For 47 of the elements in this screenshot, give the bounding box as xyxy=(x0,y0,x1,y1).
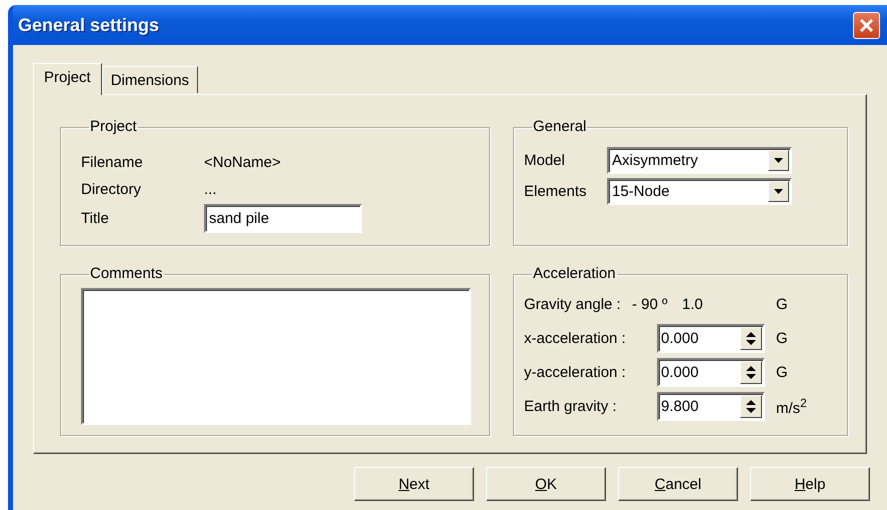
dialog-button[interactable]: Next xyxy=(354,467,474,501)
number-field[interactable]: 0.000 xyxy=(657,324,765,353)
window-title: General settings xyxy=(18,14,160,36)
tab[interactable]: Dimensions xyxy=(102,66,198,93)
number-field[interactable]: 0.000 xyxy=(657,358,765,387)
dropdown-button[interactable] xyxy=(768,150,789,171)
dropdown-arrow-icon xyxy=(774,158,783,163)
up-down-arrows-icon xyxy=(746,400,756,413)
close-icon xyxy=(859,18,874,32)
dropdown-arrow-icon xyxy=(774,189,783,194)
field-label: Gravity angle : xyxy=(524,296,621,313)
dropdown-field[interactable]: 15-Node xyxy=(607,178,792,205)
field-value: ... xyxy=(204,181,218,198)
gravity-value: 1.0 xyxy=(682,296,703,313)
dialog-button[interactable]: OK xyxy=(486,467,606,501)
field-value: <NoName> xyxy=(204,154,282,171)
up-down-arrows-icon xyxy=(746,332,756,345)
unit-label: G xyxy=(776,364,789,381)
title-field[interactable]: sand pile xyxy=(204,204,362,233)
unit-label: G xyxy=(776,296,788,313)
field-label: Directory xyxy=(81,181,142,198)
dropdown-field[interactable]: Axisymmetry xyxy=(607,147,792,174)
dropdown-button[interactable] xyxy=(768,181,789,202)
unit-label: G xyxy=(776,330,789,347)
number-field[interactable]: 9.800 xyxy=(657,392,765,421)
group-title: General xyxy=(532,119,588,135)
field-label: x-acceleration : xyxy=(524,330,627,347)
group-title: Acceleration xyxy=(532,266,617,282)
angle-value: - 90 º xyxy=(632,296,668,313)
group-title: Project xyxy=(89,119,138,135)
dialog-button[interactable]: Help xyxy=(750,467,870,501)
group-title: Comments xyxy=(89,266,164,282)
field-label: y-acceleration : xyxy=(524,364,627,381)
field-label: Title xyxy=(81,210,110,227)
unit-label: m/s$^{2}$ xyxy=(776,396,808,417)
tab[interactable]: Project xyxy=(33,63,102,95)
spin-button[interactable] xyxy=(740,327,762,350)
spin-button[interactable] xyxy=(740,361,762,384)
close-button[interactable] xyxy=(853,12,880,38)
field-label: Elements xyxy=(524,183,588,200)
dialog-button[interactable]: Cancel xyxy=(618,467,738,501)
spin-button[interactable] xyxy=(740,395,762,418)
field-label: Model xyxy=(524,152,566,169)
field-label: Earth gravity : xyxy=(524,398,618,415)
field-label: Filename xyxy=(81,154,144,171)
comments-field[interactable] xyxy=(81,288,471,425)
up-down-arrows-icon xyxy=(746,366,756,379)
